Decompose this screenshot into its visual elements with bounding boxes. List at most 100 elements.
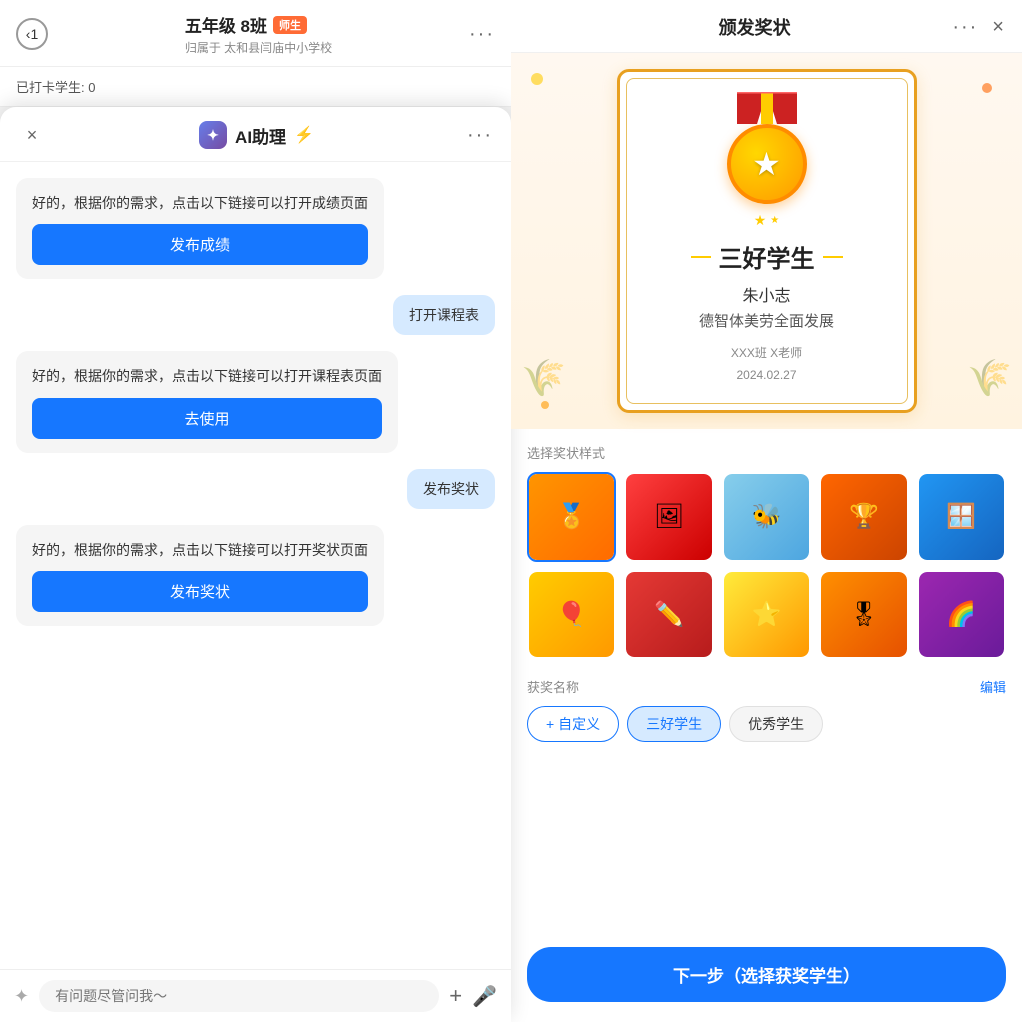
style-grid: 🏅 🖼 🐝 🏆 🪟 🎈 ✏️ ⭐ � xyxy=(527,472,1006,659)
bg-deco-1 xyxy=(531,73,543,85)
edit-button[interactable]: 编辑 xyxy=(980,677,1006,696)
ribbon-svg xyxy=(737,92,797,124)
right-panel: 颁发奖状 ··· × 🌾 🌾 xyxy=(511,0,1022,1022)
award-name-section: 获奖名称 编辑 + 自定义 三好学生 优秀学生 xyxy=(511,669,1022,752)
style-item-8[interactable]: ⭐ xyxy=(722,570,811,659)
style-label: 选择奖状样式 xyxy=(527,443,1006,462)
next-button-wrap: 下一步（选择获奖学生） xyxy=(511,935,1022,1022)
award-description: 德智体美劳全面发展 xyxy=(644,310,890,331)
bg-deco-3 xyxy=(541,401,549,409)
left-panel: ‹ 1 五年级 8班 师生 归属于 太和县闫庙中小学校 ··· 已打卡学生: 0… xyxy=(0,0,511,1022)
style-thumb-6: 🎈 xyxy=(529,572,614,657)
style-thumb-2: 🖼 xyxy=(626,474,711,559)
ai-search-input[interactable] xyxy=(39,980,439,1012)
next-step-button[interactable]: 下一步（选择获奖学生） xyxy=(527,947,1006,1002)
class-more-button[interactable]: ··· xyxy=(469,23,495,46)
style-thumb-7: ✏️ xyxy=(626,572,711,657)
lightning-icon: ✦ xyxy=(207,127,219,144)
ai-more-button[interactable]: ··· xyxy=(467,124,493,147)
ai-overlay: × ✦ AI助理 ⚡ ··· 好的，根据你的需求，点击以下链接可以打开成绩页面 … xyxy=(0,107,511,1022)
style-item-1[interactable]: 🏅 xyxy=(527,472,616,561)
ai-title: AI助理 xyxy=(235,123,286,148)
award-class-teacher: XXX班 X老师 xyxy=(644,343,890,365)
class-info: 五年级 8班 师生 归属于 太和县闫庙中小学校 xyxy=(185,12,332,56)
ai-title-wrap: ✦ AI助理 ⚡ xyxy=(199,121,314,149)
back-button[interactable]: ‹ 1 xyxy=(16,18,48,50)
checkin-info: 已打卡学生: 0 xyxy=(16,77,495,96)
bg-content: 已打卡学生: 0 xyxy=(0,67,511,107)
ai-close-button[interactable]: × xyxy=(18,121,46,149)
close-icon: × xyxy=(27,125,38,146)
style-item-4[interactable]: 🏆 xyxy=(819,472,908,561)
award-close-button[interactable]: × xyxy=(992,16,1004,39)
award-name-header: 获奖名称 编辑 xyxy=(527,677,1006,696)
style-item-9[interactable]: 🎖 xyxy=(819,570,908,659)
style-item-6[interactable]: 🎈 xyxy=(527,570,616,659)
award-header: 颁发奖状 ··· × xyxy=(511,0,1022,53)
style-thumb-4: 🏆 xyxy=(821,474,906,559)
add-custom-chip[interactable]: + 自定义 xyxy=(527,706,619,742)
style-item-5[interactable]: 🪟 xyxy=(917,472,1006,561)
style-thumb-5: 🪟 xyxy=(919,474,1004,559)
back-count: 1 xyxy=(30,26,38,42)
style-thumb-3: 🐝 xyxy=(724,474,809,559)
medal-star-icon: ★ xyxy=(752,145,781,183)
award-name-chips: + 自定义 三好学生 优秀学生 xyxy=(527,706,1006,742)
award-name-label: 获奖名称 xyxy=(527,677,579,696)
style-thumb-9: 🎖 xyxy=(821,572,906,657)
wheat-left-decoration: 🌾 xyxy=(521,357,566,399)
ai-input-bar: ✦ + 🎤 xyxy=(0,969,511,1022)
class-header: ‹ 1 五年级 8班 师生 归属于 太和县闫庙中小学校 ··· xyxy=(0,0,511,67)
open-schedule-button[interactable]: 去使用 xyxy=(32,398,382,439)
ai-messages: 好的，根据你的需求，点击以下链接可以打开成绩页面 发布成绩 打开课程表 好的，根… xyxy=(0,162,511,969)
award-title: 颁发奖状 xyxy=(719,14,791,40)
sparkle-icon: ✦ xyxy=(14,986,29,1007)
award-info: XXX班 X老师 2024.02.27 xyxy=(644,343,890,386)
award-card: ★ ★ ★ 三好学生 朱小志 德智体美劳全面发展 XXX班 X老师 2024.0… xyxy=(617,69,917,413)
chip-sanhao[interactable]: 三好学生 xyxy=(627,706,721,742)
class-school: 归属于 太和县闫庙中小学校 xyxy=(185,39,332,56)
bot-message-1: 好的，根据你的需求，点击以下链接可以打开成绩页面 发布成绩 xyxy=(16,178,384,279)
flex-spacer xyxy=(511,752,1022,935)
award-more-button[interactable]: ··· xyxy=(952,16,978,39)
award-header-right: ··· × xyxy=(952,16,1004,39)
award-date: 2024.02.27 xyxy=(644,365,890,387)
chip-youxiu[interactable]: 优秀学生 xyxy=(729,706,823,742)
style-item-7[interactable]: ✏️ xyxy=(624,570,713,659)
small-stars: ★ ★ xyxy=(644,212,890,229)
user-message-1: 打开课程表 xyxy=(393,295,495,335)
star-left: ★ xyxy=(754,212,767,229)
style-thumb-10: 🌈 xyxy=(919,572,1004,657)
publish-award-button[interactable]: 发布奖状 xyxy=(32,571,368,612)
medal: ★ xyxy=(727,92,807,204)
user-message-2: 发布奖状 xyxy=(407,469,495,509)
bot-message-3: 好的，根据你的需求，点击以下链接可以打开奖状页面 发布奖状 xyxy=(16,525,384,626)
award-card-title: 三好学生 xyxy=(644,239,890,274)
medal-circle: ★ xyxy=(727,124,807,204)
ai-icon: ✦ xyxy=(199,121,227,149)
teacher-badge: 师生 xyxy=(273,16,307,34)
style-item-2[interactable]: 🖼 xyxy=(624,472,713,561)
publish-grades-button[interactable]: 发布成绩 xyxy=(32,224,368,265)
style-item-10[interactable]: 🌈 xyxy=(917,570,1006,659)
style-section: 选择奖状样式 🏅 🖼 🐝 🏆 🪟 🎈 ✏️ xyxy=(511,429,1022,669)
bot-text-3: 好的，根据你的需求，点击以下链接可以打开奖状页面 xyxy=(32,539,368,561)
ai-header: × ✦ AI助理 ⚡ ··· xyxy=(0,107,511,162)
wheat-right-decoration: 🌾 xyxy=(967,357,1012,399)
class-title: 五年级 8班 师生 xyxy=(185,12,332,37)
star-left-small: ★ xyxy=(770,215,779,226)
class-header-left: ‹ 1 xyxy=(16,18,48,50)
bg-deco-2 xyxy=(982,83,992,93)
mic-icon[interactable]: 🎤 xyxy=(472,984,497,1009)
award-student-name: 朱小志 xyxy=(644,282,890,306)
award-card-area: 🌾 🌾 ★ ★ ★ xyxy=(511,53,1022,429)
ai-lightning: ⚡ xyxy=(294,125,314,145)
medal-ribbon xyxy=(737,92,797,124)
style-item-3[interactable]: 🐝 xyxy=(722,472,811,561)
bot-text-2: 好的，根据你的需求，点击以下链接可以打开课程表页面 xyxy=(32,365,382,387)
style-thumb-8: ⭐ xyxy=(724,572,809,657)
bot-text-1: 好的，根据你的需求，点击以下链接可以打开成绩页面 xyxy=(32,192,368,214)
add-icon[interactable]: + xyxy=(449,983,462,1009)
style-thumb-1: 🏅 xyxy=(529,474,614,559)
bot-message-2: 好的，根据你的需求，点击以下链接可以打开课程表页面 去使用 xyxy=(16,351,398,452)
